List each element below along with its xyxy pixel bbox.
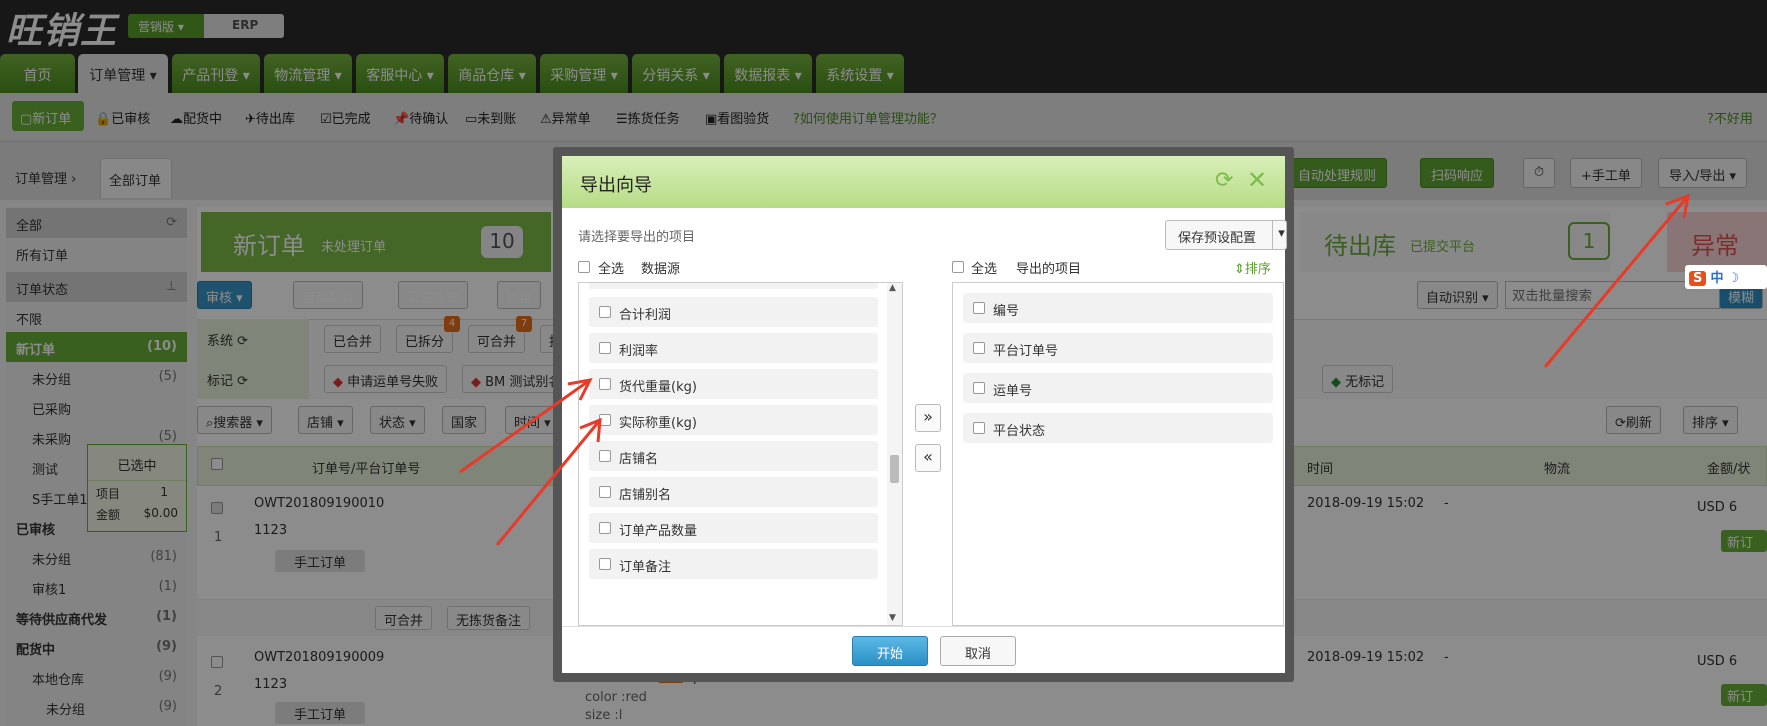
red-arrow-1 [459,377,593,474]
annotation-arrows [459,193,1690,546]
red-arrow-2 [495,417,602,546]
red-arrow-3 [1543,193,1690,368]
